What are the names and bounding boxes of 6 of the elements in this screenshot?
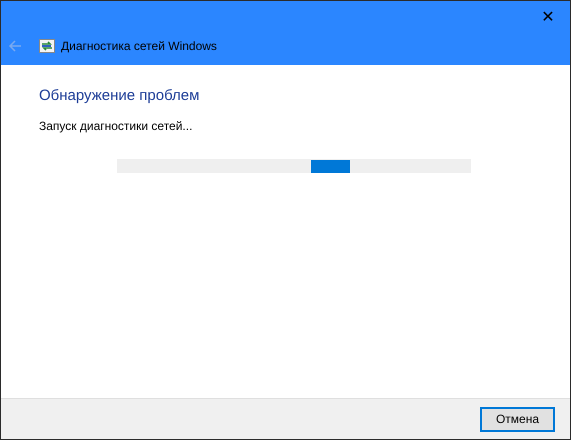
page-heading: Обнаружение проблем — [39, 87, 200, 104]
close-button[interactable]: ✕ — [528, 1, 568, 31]
network-icon — [39, 39, 55, 53]
cancel-button[interactable]: Отмена — [480, 406, 555, 432]
status-text: Запуск диагностики сетей... — [39, 119, 194, 133]
window-title: Диагностика сетей Windows — [61, 39, 217, 53]
